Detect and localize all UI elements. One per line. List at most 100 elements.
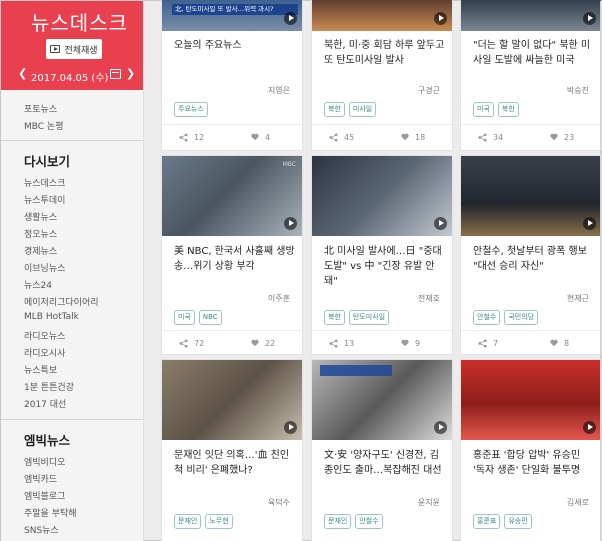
news-card[interactable]: 홍준표 '합당 압박' 유승민 '독자 생존' 단일화 불투명 김세로 홍준표 … xyxy=(460,359,602,541)
news-card[interactable]: 북한, 미·중 회담 하루 앞두고 또 탄도미사일 발사 구경근 북한 미사일 … xyxy=(311,0,453,151)
video-thumbnail[interactable] xyxy=(312,0,452,31)
share-icon[interactable] xyxy=(478,339,487,348)
play-icon[interactable] xyxy=(284,421,297,434)
sidebar-link-mbc-editorial[interactable]: MBC 논평 xyxy=(24,119,64,132)
news-card[interactable]: 안철수, 첫날부터 광폭 행보 "대선 승리 자신" 현재근 안철수 국민의당 … xyxy=(460,155,602,355)
tag[interactable]: 미국 xyxy=(174,310,195,325)
card-title[interactable]: 문재인 잇단 의혹…'血 친인척 비리' 은폐했나? xyxy=(174,448,296,478)
play-icon[interactable] xyxy=(583,217,596,230)
sidebar-link[interactable]: 엠빅비디오 xyxy=(24,455,65,468)
sidebar-link[interactable]: 엠빅블로그 xyxy=(24,489,65,502)
sidebar-link[interactable]: 생활뉴스 xyxy=(24,210,57,223)
sidebar-link[interactable]: 라디오뉴스 xyxy=(24,329,65,342)
play-all-button[interactable]: 전체재생 xyxy=(46,39,102,59)
video-thumbnail[interactable] xyxy=(312,156,452,236)
share-count: 34 xyxy=(493,133,504,142)
sidebar-link[interactable]: 뉴스데스크 xyxy=(24,176,65,189)
news-card[interactable]: 문재인 잇단 의혹…'血 친인척 비리' 은폐했나? 육덕수 문재인 노무현 xyxy=(161,359,303,541)
card-title[interactable]: 안철수, 첫날부터 광폭 행보 "대선 승리 자신" xyxy=(473,244,595,274)
heart-icon[interactable] xyxy=(550,133,558,141)
tag[interactable]: 유승민 xyxy=(504,514,532,529)
tag[interactable]: NBC xyxy=(198,310,222,325)
sidebar-link[interactable]: 경제뉴스 xyxy=(24,244,57,257)
like-count: 8 xyxy=(564,339,570,348)
share-icon[interactable] xyxy=(329,339,338,348)
share-icon[interactable] xyxy=(179,133,188,142)
card-title[interactable]: "더는 할 말이 없다" 북한 미사일 도발에 싸늘한 미국 xyxy=(473,38,595,68)
play-icon[interactable] xyxy=(434,421,447,434)
tag[interactable]: 문재인 xyxy=(324,514,352,529)
sidebar-link[interactable]: 정오뉴스 xyxy=(24,227,57,240)
card-title[interactable]: 홍준표 '합당 압박' 유승민 '독자 생존' 단일화 불투명 xyxy=(473,448,595,478)
heart-icon[interactable] xyxy=(401,339,409,347)
video-thumbnail[interactable]: 北, 탄도미사일 또 발사…위력 과시? xyxy=(162,0,302,31)
heart-icon[interactable] xyxy=(251,339,259,347)
share-icon[interactable] xyxy=(179,339,188,348)
tag[interactable]: 홍준표 xyxy=(473,514,501,529)
heart-icon[interactable] xyxy=(550,339,558,347)
news-card[interactable]: "더는 할 말이 없다" 북한 미사일 도발에 싸늘한 미국 박승진 미국 북한… xyxy=(460,0,602,151)
video-thumbnail[interactable]: MBC xyxy=(162,156,302,236)
sidebar-link[interactable]: 1분 튼튼건강 xyxy=(24,380,74,393)
sidebar-link[interactable]: MLB HotTalk xyxy=(24,312,79,322)
tag[interactable]: 문재인 xyxy=(174,514,202,529)
sidebar-link[interactable]: 2017 대선 xyxy=(24,397,66,410)
tag[interactable]: 북한 xyxy=(324,310,345,325)
tag[interactable]: 미국 xyxy=(473,102,494,117)
tag[interactable]: 북한 xyxy=(324,102,345,117)
play-all-label: 전체재생 xyxy=(64,45,98,56)
news-card[interactable]: 北, 탄도미사일 또 발사…위력 과시? 오늘의 주요뉴스 지영은 주요뉴스 1… xyxy=(161,0,303,151)
video-thumbnail[interactable] xyxy=(461,360,601,440)
sidebar-link[interactable]: 메이저리그다이어리 xyxy=(24,295,99,308)
sidebar-link-cut[interactable] xyxy=(24,88,27,98)
share-icon[interactable] xyxy=(329,133,338,142)
card-tags: 문재인 안철수 xyxy=(324,514,383,529)
video-thumbnail[interactable] xyxy=(312,360,452,440)
play-icon[interactable] xyxy=(284,217,297,230)
tag[interactable]: 주요뉴스 xyxy=(174,102,208,117)
tag[interactable]: 노무현 xyxy=(205,514,233,529)
heart-icon[interactable] xyxy=(401,133,409,141)
card-footer: 7 8 xyxy=(461,330,601,356)
sidebar-link[interactable]: 이브닝뉴스 xyxy=(24,261,65,274)
play-icon[interactable] xyxy=(583,12,596,25)
play-icon[interactable] xyxy=(284,12,297,25)
chevron-right-icon[interactable]: ❯ xyxy=(126,67,135,80)
card-title[interactable]: 美 NBC, 한국서 사흘째 생방송…위기 상황 부각 xyxy=(174,244,296,274)
video-thumbnail[interactable] xyxy=(461,156,601,236)
heart-icon[interactable] xyxy=(251,133,259,141)
sidebar-link[interactable]: 라디오시사 xyxy=(24,346,65,359)
like-count: 9 xyxy=(415,339,421,348)
sidebar-link-photo-news[interactable]: 포토뉴스 xyxy=(24,102,57,115)
news-card[interactable]: MBC 美 NBC, 한국서 사흘째 생방송…위기 상황 부각 이주훈 미국 N… xyxy=(161,155,303,355)
tag[interactable]: 미사일 xyxy=(348,102,377,117)
calendar-icon[interactable] xyxy=(110,69,121,79)
tag[interactable]: 안철수 xyxy=(355,514,383,529)
card-title[interactable]: 북한, 미·중 회담 하루 앞두고 또 탄도미사일 발사 xyxy=(324,38,446,68)
tag[interactable]: 국민의당 xyxy=(504,310,539,325)
video-thumbnail[interactable] xyxy=(461,0,601,31)
news-card[interactable]: 文·安 '양자구도' 신경전, 김종인도 출마…복잡해진 대선 윤지윤 문재인 … xyxy=(311,359,453,541)
play-icon[interactable] xyxy=(434,12,447,25)
play-icon[interactable] xyxy=(434,217,447,230)
scrollbar[interactable] xyxy=(600,1,601,541)
tag[interactable]: 북한 xyxy=(497,102,519,117)
sidebar-link[interactable]: 뉴스특보 xyxy=(24,363,57,376)
sidebar-link[interactable]: 주말을 부탁해 xyxy=(24,506,77,519)
sidebar-link[interactable]: 뉴스24 xyxy=(24,278,52,291)
sidebar-link[interactable]: 엠빅카드 xyxy=(24,472,57,485)
chevron-left-icon[interactable]: ❮ xyxy=(18,67,27,80)
card-title[interactable]: 오늘의 주요뉴스 xyxy=(174,38,296,53)
tag[interactable]: 안철수 xyxy=(473,310,501,325)
video-thumbnail[interactable] xyxy=(162,360,302,440)
card-title[interactable]: 文·安 '양자구도' 신경전, 김종인도 출마…복잡해진 대선 xyxy=(324,448,446,478)
share-icon[interactable] xyxy=(478,133,487,142)
tag[interactable]: 탄도미사일 xyxy=(348,310,390,325)
page-title[interactable]: 뉴스데스크 xyxy=(31,7,128,36)
card-title[interactable]: 北 미사일 발사에…日 "중대 도발" vs 中 "긴장 유발 안 돼" xyxy=(324,244,446,289)
sidebar-link[interactable]: SNS뉴스 xyxy=(24,523,59,536)
play-icon[interactable] xyxy=(583,421,596,434)
sidebar-link[interactable]: 뉴스투데이 xyxy=(24,193,65,206)
news-card[interactable]: 北 미사일 발사에…日 "중대 도발" vs 中 "긴장 유발 안 돼" 전재호… xyxy=(311,155,453,355)
sidebar: 뉴스데스크 전체재생 ❮ 2017.04.05 (수) ❯ 포토뉴스 MBC 논… xyxy=(1,1,144,541)
